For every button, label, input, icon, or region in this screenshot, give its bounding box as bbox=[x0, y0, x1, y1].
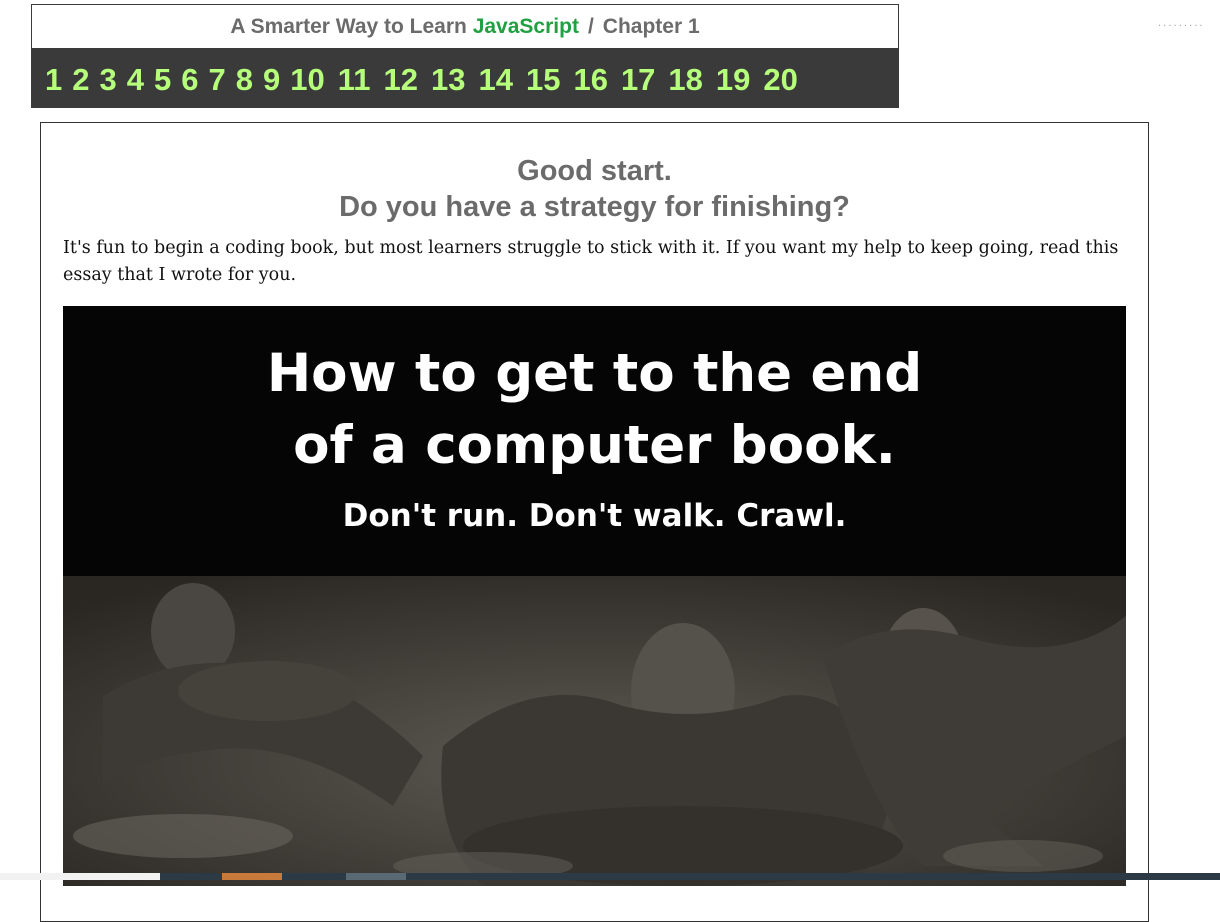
taskbar-segment bbox=[222, 873, 282, 880]
chapter-link-3[interactable]: 3 bbox=[100, 62, 117, 98]
taskbar-strip bbox=[0, 873, 1220, 880]
taskbar-segment bbox=[0, 873, 160, 880]
mud-crawl-illustration bbox=[63, 576, 1126, 886]
chapter-link-2[interactable]: 2 bbox=[72, 62, 89, 98]
chapter-label: Chapter 1 bbox=[602, 14, 700, 38]
chapter-link-7[interactable]: 7 bbox=[209, 62, 226, 98]
chapter-link-20[interactable]: 20 bbox=[763, 62, 797, 98]
chapter-link-1[interactable]: 1 bbox=[45, 62, 62, 98]
chapter-link-11[interactable]: 11 bbox=[338, 62, 371, 98]
book-title: A Smarter Way to Learn JavaScript / Chapte… bbox=[32, 5, 898, 48]
chapter-header: A Smarter Way to Learn JavaScript / Chapte… bbox=[31, 4, 899, 108]
chapter-link-19[interactable]: 19 bbox=[716, 62, 750, 98]
chapter-link-16[interactable]: 16 bbox=[573, 62, 607, 98]
essay-promo-banner[interactable]: How to get to the end of a computer book… bbox=[63, 306, 1126, 886]
chapter-link-6[interactable]: 6 bbox=[181, 62, 198, 98]
chapter-link-8[interactable]: 8 bbox=[236, 62, 253, 98]
promo-title-line-2: of a computer book. bbox=[293, 415, 896, 476]
chapter-link-9[interactable]: 9 bbox=[263, 62, 280, 98]
intro-paragraph: It's fun to begin a coding book, but mos… bbox=[63, 238, 1119, 285]
title-separator: / bbox=[587, 14, 594, 38]
title-brand: JavaScript bbox=[472, 14, 579, 38]
chapter-link-12[interactable]: 12 bbox=[384, 62, 418, 98]
headline-good-start: Good start. bbox=[517, 155, 672, 187]
content-panel: Good start. Do you have a strategy for f… bbox=[40, 122, 1149, 922]
promo-subtitle: Don't run. Don't walk. Crawl. bbox=[342, 498, 847, 534]
promo-title-line-1: How to get to the end bbox=[266, 343, 923, 404]
chapter-link-15[interactable]: 15 bbox=[526, 62, 560, 98]
chapter-link-5[interactable]: 5 bbox=[154, 62, 171, 98]
chapter-link-4[interactable]: 4 bbox=[127, 62, 144, 98]
taskbar-segment bbox=[346, 873, 406, 880]
mud-crawl-photo bbox=[63, 576, 1126, 886]
chapter-link-10[interactable]: 10 bbox=[290, 62, 324, 98]
chapter-link-18[interactable]: 18 bbox=[668, 62, 702, 98]
dotted-marker: ......... bbox=[1158, 18, 1205, 29]
chapter-link-17[interactable]: 17 bbox=[621, 62, 655, 98]
promo-title: How to get to the end of a computer book… bbox=[63, 338, 1126, 482]
chapter-link-13[interactable]: 13 bbox=[431, 62, 465, 98]
chapter-nav: 1 2 3 4 5 6 7 8 9 10 11 12 13 14 15 16 17 18 19 20 bbox=[32, 52, 898, 107]
headline-strategy: Do you have a strategy for finishing? bbox=[339, 191, 850, 223]
chapter-link-14[interactable]: 14 bbox=[478, 62, 512, 98]
title-prefix: A Smarter Way to Learn bbox=[230, 14, 467, 38]
